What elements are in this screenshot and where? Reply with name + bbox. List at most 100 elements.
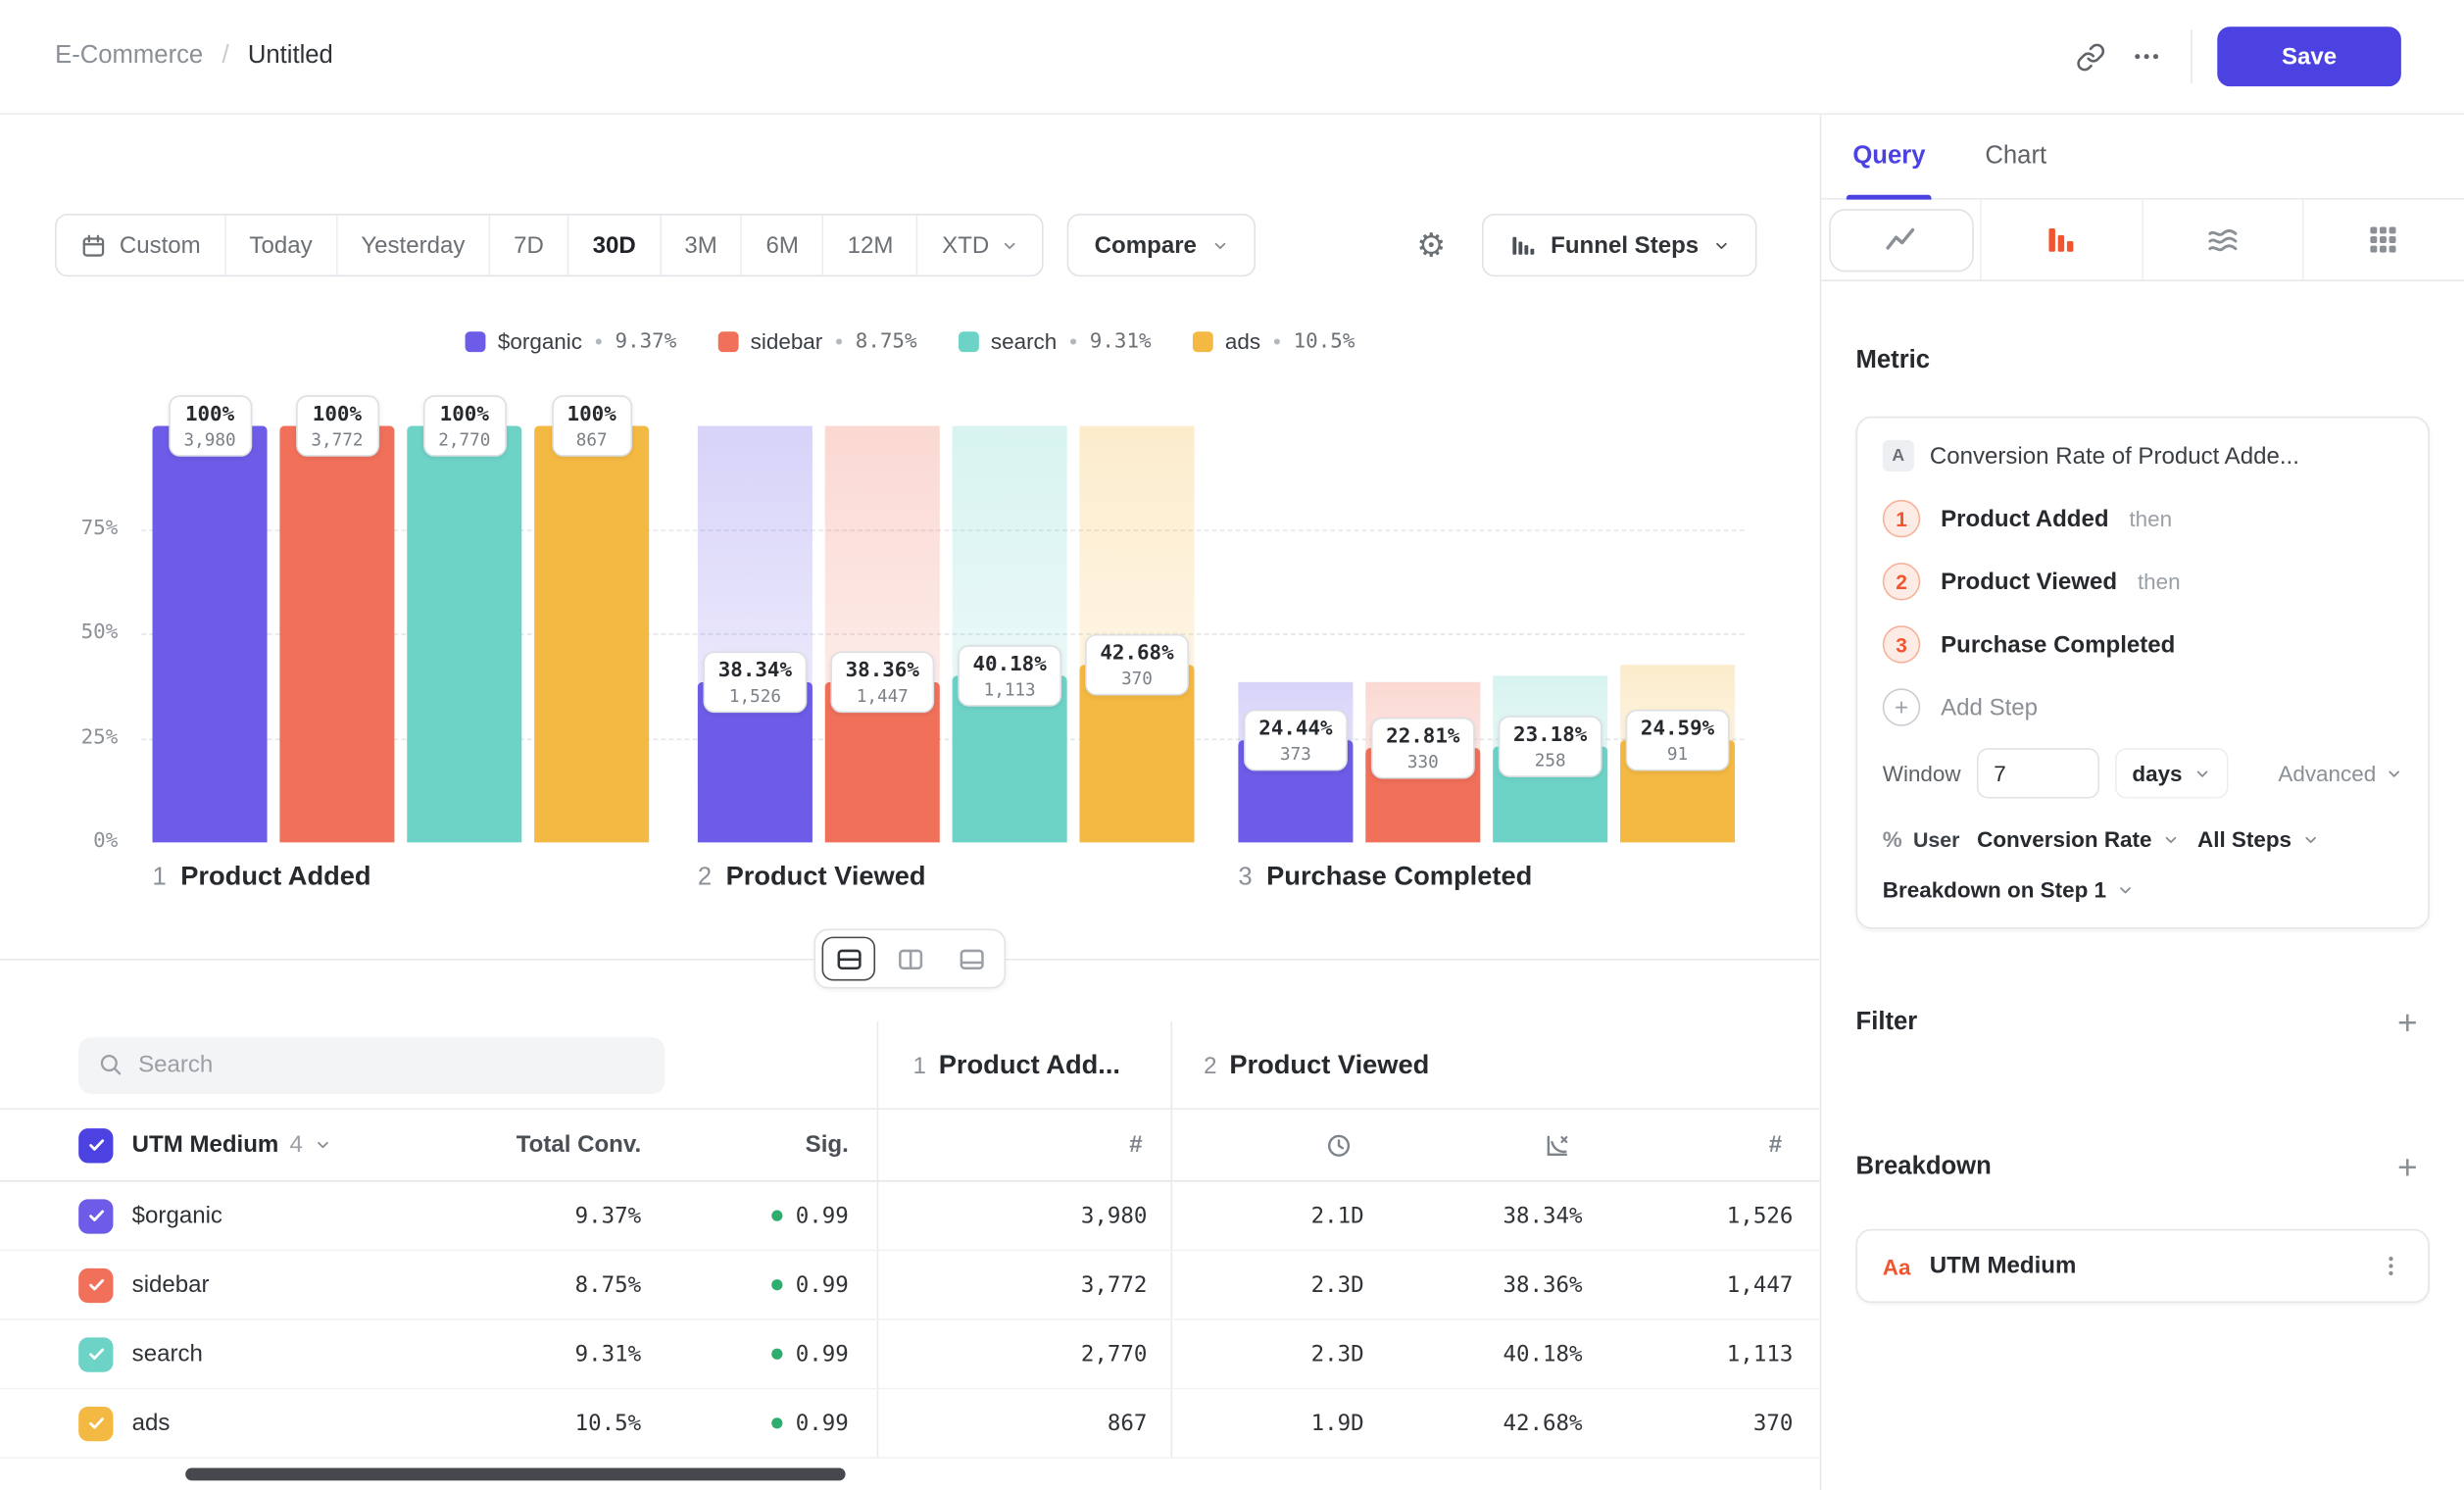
breakdown-section: Breakdown + bbox=[1856, 1146, 2430, 1190]
chart-type-grid-tab[interactable] bbox=[2303, 200, 2464, 280]
select-all-checkbox[interactable] bbox=[78, 1127, 113, 1162]
legend-separator: • bbox=[835, 328, 843, 354]
funnel-step-2[interactable]: 2 Product Viewed then bbox=[1883, 550, 2403, 613]
range-6m[interactable]: 6M bbox=[742, 216, 823, 275]
layout-columns-icon bbox=[895, 944, 924, 973]
range-12m[interactable]: 12M bbox=[824, 216, 918, 275]
chart-footer bbox=[0, 915, 1820, 1003]
check-icon bbox=[85, 1413, 106, 1433]
row-checkbox[interactable] bbox=[78, 1337, 113, 1371]
line-chart-icon bbox=[1883, 222, 1919, 258]
funnel-bar-ads[interactable]: 42.68%370 bbox=[1079, 425, 1194, 842]
layout-columns-button[interactable] bbox=[883, 937, 937, 981]
chart-type-flow-tab[interactable] bbox=[2143, 200, 2303, 280]
more-options-button[interactable] bbox=[2118, 28, 2175, 85]
funnel-bar-sidebar[interactable]: 22.81%330 bbox=[1365, 425, 1480, 842]
range-12m-label: 12M bbox=[848, 231, 894, 258]
funnel-bar-$organic[interactable]: 24.44%373 bbox=[1238, 425, 1353, 842]
table-row-sidebar[interactable]: sidebar 8.75% 0.99 3,772 2.3D 38.36% 1,4… bbox=[0, 1251, 1820, 1320]
range-3m[interactable]: 3M bbox=[661, 216, 742, 275]
chart-type-line-tab[interactable] bbox=[1821, 200, 1982, 280]
window-input[interactable] bbox=[1977, 748, 2099, 798]
step2-time: 2.1D bbox=[1170, 1182, 1363, 1250]
group-header-step2: 2Product Viewed bbox=[1170, 1021, 1793, 1108]
sig-header[interactable]: Sig. bbox=[641, 1110, 849, 1180]
tab-chart[interactable]: Chart bbox=[1979, 115, 2053, 198]
legend-name: ads bbox=[1225, 328, 1260, 354]
sig-value: 0.99 bbox=[796, 1203, 849, 1228]
funnel-step-3[interactable]: 3 Purchase Completed bbox=[1883, 613, 2403, 675]
row-checkbox[interactable] bbox=[78, 1406, 113, 1440]
total-conv-header[interactable]: Total Conv. bbox=[362, 1110, 641, 1180]
measure-entity-select[interactable]: User bbox=[1913, 827, 1960, 851]
breakdown-item[interactable]: Aa UTM Medium bbox=[1856, 1229, 2430, 1303]
window-unit-label: days bbox=[2132, 761, 2182, 786]
search-input[interactable] bbox=[138, 1052, 646, 1078]
total-conv-value: 9.37% bbox=[362, 1182, 641, 1250]
table-row-ads[interactable]: ads 10.5% 0.99 867 1.9D 42.68% 370 bbox=[0, 1389, 1820, 1459]
funnel-bar-sidebar[interactable]: 38.36%1,447 bbox=[825, 425, 940, 842]
legend-item-search[interactable]: search • 9.31% bbox=[958, 328, 1151, 354]
breakdown-scope-select[interactable]: Breakdown on Step 1 bbox=[1883, 877, 2135, 903]
search-field[interactable] bbox=[78, 1036, 665, 1093]
row-checkbox[interactable] bbox=[78, 1267, 113, 1302]
funnel-bar-ads[interactable]: 100%867 bbox=[534, 425, 649, 842]
flow-waves-icon bbox=[2204, 222, 2241, 258]
table-row-organic[interactable]: $organic 9.37% 0.99 3,980 2.1D 38.34% 1,… bbox=[0, 1182, 1820, 1252]
funnel-bar-$organic[interactable]: 38.34%1,526 bbox=[698, 425, 813, 842]
metric-card: A Conversion Rate of Product Adde... 1 P… bbox=[1856, 417, 2430, 929]
legend-separator: • bbox=[1069, 328, 1077, 354]
funnel-step-1[interactable]: 1 Product Added then bbox=[1883, 487, 2403, 550]
breadcrumb-current[interactable]: Untitled bbox=[248, 42, 333, 71]
y-axis-tick: 50% bbox=[39, 621, 118, 644]
range-7d-label: 7D bbox=[514, 231, 544, 258]
add-breakdown-button[interactable]: + bbox=[2386, 1146, 2430, 1190]
funnel-bar-sidebar[interactable]: 100%3,772 bbox=[279, 425, 394, 842]
measure-type-select[interactable]: Conversion Rate bbox=[1977, 826, 2180, 852]
legend-item-ads[interactable]: ads • 10.5% bbox=[1192, 328, 1355, 354]
row-label: sidebar bbox=[132, 1271, 210, 1298]
range-30d[interactable]: 30D bbox=[569, 216, 662, 275]
compare-button[interactable]: Compare bbox=[1067, 214, 1255, 276]
range-today[interactable]: Today bbox=[225, 216, 337, 275]
funnel-bar-search[interactable]: 40.18%1,113 bbox=[953, 425, 1067, 842]
search-cell bbox=[78, 1021, 849, 1108]
add-filter-button[interactable]: + bbox=[2386, 1001, 2430, 1045]
range-xtd[interactable]: XTD bbox=[918, 216, 1043, 275]
tab-query[interactable]: Query bbox=[1847, 115, 1932, 198]
step-number: 3 bbox=[1238, 865, 1252, 893]
property-type-badge: Aa bbox=[1883, 1254, 1911, 1279]
advanced-toggle[interactable]: Advanced bbox=[2278, 761, 2402, 786]
funnel-bar-search[interactable]: 100%2,770 bbox=[407, 425, 521, 842]
window-unit-select[interactable]: days bbox=[2115, 748, 2228, 798]
breadcrumb-parent[interactable]: E-Commerce bbox=[55, 42, 203, 71]
breakdown-item-menu-button[interactable] bbox=[2368, 1244, 2412, 1288]
settings-gear-button[interactable]: ⚙ bbox=[1402, 216, 1461, 275]
chart-type-funnel-tab[interactable] bbox=[1982, 200, 2143, 280]
bar-value-label: 40.18%1,113 bbox=[957, 644, 1061, 706]
legend-value: 9.37% bbox=[616, 329, 677, 353]
range-custom[interactable]: Custom bbox=[57, 216, 226, 275]
row-checkbox[interactable] bbox=[78, 1199, 113, 1233]
metric-title[interactable]: Conversion Rate of Product Adde... bbox=[1930, 442, 2299, 469]
horizontal-scrollbar[interactable] bbox=[185, 1468, 845, 1481]
save-button[interactable]: Save bbox=[2217, 26, 2401, 86]
layout-rows-button[interactable] bbox=[822, 937, 876, 981]
legend-item-organic[interactable]: $organic • 9.37% bbox=[465, 328, 676, 354]
table-row-search[interactable]: search 9.31% 0.99 2,770 2.3D 40.18% 1,11… bbox=[0, 1320, 1820, 1390]
funnel-bar-ads[interactable]: 24.59%91 bbox=[1620, 425, 1735, 842]
funnel-bar-$organic[interactable]: 100%3,980 bbox=[153, 425, 268, 842]
share-link-button[interactable] bbox=[2062, 28, 2119, 85]
breakdown-column-header[interactable]: UTM Medium 4 bbox=[78, 1110, 362, 1180]
funnel-step-group: 38.34%1,52638.36%1,447 40.18%1,113 42.68%3… bbox=[698, 425, 1195, 842]
legend-item-sidebar[interactable]: sidebar • 8.75% bbox=[717, 328, 917, 354]
range-7d[interactable]: 7D bbox=[490, 216, 568, 275]
range-yesterday[interactable]: Yesterday bbox=[337, 216, 490, 275]
layout-bottom-button[interactable] bbox=[945, 937, 999, 981]
chart-view-selector[interactable]: Funnel Steps bbox=[1482, 214, 1757, 276]
calendar-icon bbox=[80, 231, 107, 258]
add-step-button[interactable]: + Add Step bbox=[1883, 675, 2403, 738]
measure-scope-select[interactable]: All Steps bbox=[2197, 826, 2320, 852]
significance-dot bbox=[772, 1417, 783, 1428]
funnel-bar-search[interactable]: 23.18%258 bbox=[1493, 425, 1607, 842]
